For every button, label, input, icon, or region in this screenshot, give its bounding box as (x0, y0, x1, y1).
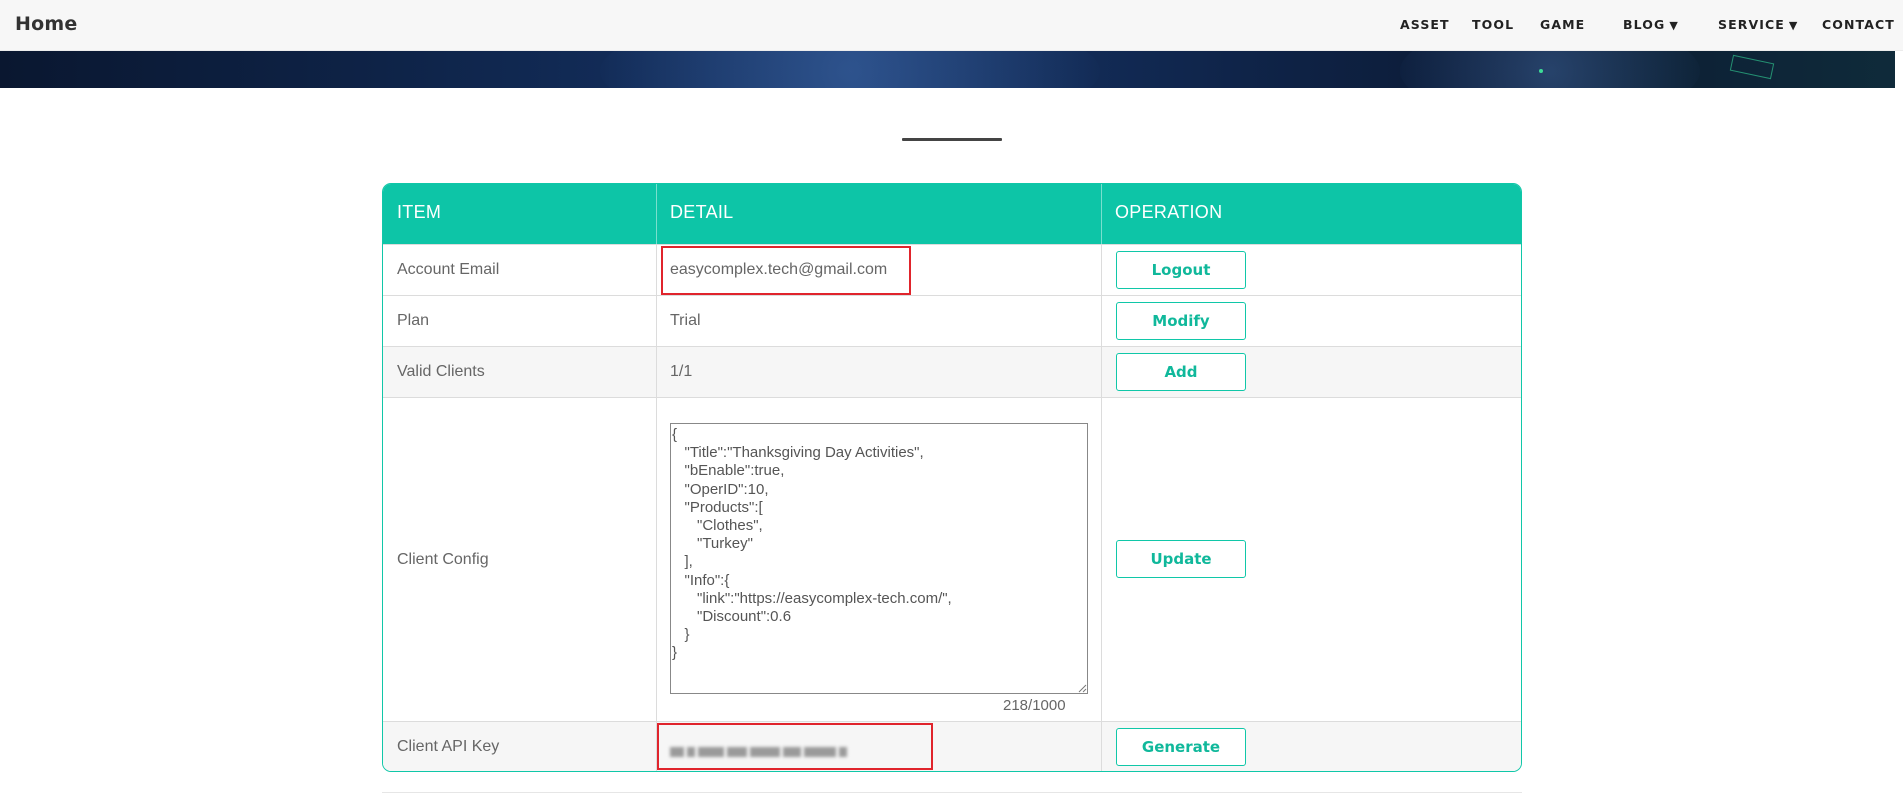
table-row: Account Email easycomplex.tech@gmail.com… (383, 244, 1521, 295)
modify-button[interactable]: Modify (1116, 302, 1246, 340)
table-header: ITEM DETAIL OPERATION (383, 184, 1521, 244)
row-item-label: Valid Clients (397, 363, 485, 380)
update-button[interactable]: Update (1116, 540, 1246, 578)
logout-button[interactable]: Logout (1116, 251, 1246, 289)
chevron-down-icon: ▼ (1669, 19, 1679, 32)
hero-glow (600, 51, 1100, 88)
nav-blog[interactable]: BLOG ▼ (1623, 17, 1679, 32)
nav-blog-label: BLOG (1623, 17, 1666, 32)
row-item-label: Client API Key (397, 738, 500, 755)
char-counter: 218/1000 (1003, 697, 1066, 714)
nav-contact[interactable]: CONTACT (1822, 17, 1895, 32)
chevron-down-icon: ▼ (1788, 19, 1799, 32)
nav-game[interactable]: GAME (1540, 17, 1585, 32)
client-config-textarea[interactable]: { "Title":"Thanksgiving Day Activities",… (670, 423, 1088, 694)
row-item-label: Account Email (397, 261, 500, 278)
header-item: ITEM (397, 202, 442, 222)
nav-contact-label: CONTACT (1822, 17, 1895, 32)
resize-handle-icon[interactable] (1078, 684, 1087, 693)
bottom-divider (382, 792, 1522, 793)
header-detail: DETAIL (670, 202, 734, 222)
valid-clients-value: 1/1 (670, 363, 693, 380)
account-table: ITEM DETAIL OPERATION Account Email easy… (382, 183, 1522, 772)
nav-service[interactable]: SERVICE ▼ (1718, 17, 1798, 32)
table-row: Plan Trial Modify (383, 295, 1521, 346)
header-operation: OPERATION (1115, 202, 1223, 222)
column-divider (1101, 244, 1102, 771)
highlight-box (657, 723, 933, 770)
nav-tool-label: TOOL (1472, 17, 1515, 32)
row-item-label: Client Config (397, 551, 489, 568)
nav-asset-label: ASSET (1400, 17, 1450, 32)
table-row: Valid Clients 1/1 Add (383, 346, 1521, 397)
navbar: Home ASSET TOOL GAME BLOG ▼ SERVICE ▼ CONT… (0, 0, 1903, 51)
section-divider (902, 138, 1002, 141)
nav-tool[interactable]: TOOL (1472, 17, 1514, 32)
column-divider (656, 184, 657, 244)
highlight-box (661, 246, 911, 295)
hero-decoration (1539, 69, 1543, 73)
hero-glow (1400, 51, 1700, 88)
row-item-label: Plan (397, 312, 430, 329)
hero-banner (0, 51, 1903, 88)
table-row: Client Config { "Title":"Thanksgiving Da… (383, 397, 1521, 721)
add-client-button[interactable]: Add (1116, 353, 1246, 391)
nav-game-label: GAME (1540, 17, 1586, 32)
hero-decoration (1729, 54, 1775, 80)
plan-value: Trial (670, 312, 701, 329)
generate-api-key-button[interactable]: Generate (1116, 728, 1246, 766)
nav-asset[interactable]: ASSET (1400, 17, 1450, 32)
hero-edge (1895, 51, 1903, 88)
column-divider (1101, 184, 1102, 244)
nav-service-label: SERVICE (1718, 17, 1785, 32)
column-divider (656, 244, 657, 771)
brand-home-link[interactable]: Home (15, 13, 77, 35)
table-row: Client API Key Generate (383, 721, 1521, 771)
